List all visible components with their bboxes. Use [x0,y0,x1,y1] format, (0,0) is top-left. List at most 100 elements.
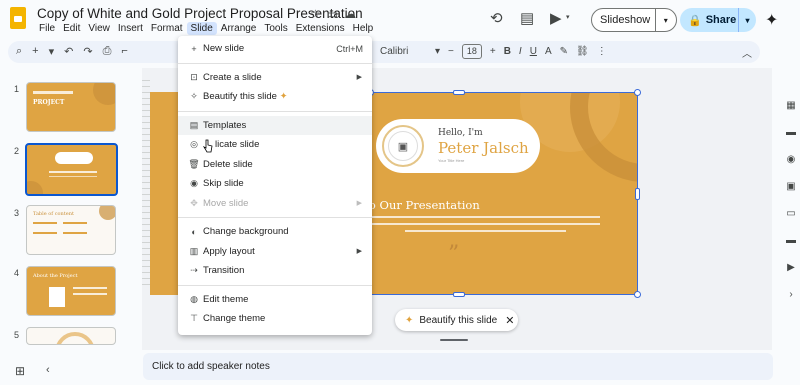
delete-icon: 🗑 [188,158,200,169]
menu-edit[interactable]: Edit [59,22,84,35]
highlight-icon[interactable]: ✎ [560,46,568,57]
toolbar-right: Calibri ▾ − 18 + B I U A ✎ ⛓ ⋮ [380,44,607,59]
decrease-font-icon[interactable]: − [448,46,454,57]
sparkle-icon: ✦ [279,91,288,103]
slideshow-dropdown-icon[interactable]: ▾ [654,8,676,32]
plus-icon: + [191,43,197,54]
templates-icon: ▤ [189,119,199,130]
collapse-filmstrip-icon[interactable]: ‹ [46,364,50,376]
contacts-icon[interactable]: ▣ [786,181,795,192]
slide-thumbnail-1[interactable]: PROJECT [26,82,116,132]
menu-item-new-slide[interactable]: + New slide Ctrl+M [178,39,372,59]
resize-handle[interactable] [634,291,641,298]
share-button[interactable]: 🔒 Share ▾ [680,8,756,32]
collapse-toolbar-icon[interactable]: ︿ [742,45,752,60]
menu-item-change-background[interactable]: ◐ Change background [178,222,372,242]
link-icon[interactable]: ⛓ [576,46,589,57]
menu-file[interactable]: File [35,22,59,35]
menu-item-create-slide[interactable]: ⊡ Create a slide ▶ [178,68,372,88]
menu-item-change-theme[interactable]: ⊤ Change theme [178,309,372,329]
slide-number: 4 [14,268,20,278]
gemini-icon[interactable]: ✦ [765,10,778,30]
star-icon[interactable]: ☆ [310,7,321,21]
menu-item-transition[interactable]: ⇢ Transition [178,261,372,281]
sparkle-icon: ✦ [405,314,414,326]
close-icon[interactable]: ✕ [505,314,514,327]
meet-icon[interactable]: ▶ [550,9,562,27]
menu-item-templates[interactable]: ▤ Templates [178,115,372,135]
grid-view-icon[interactable]: ⊞ [15,364,25,378]
resize-handle[interactable] [453,90,465,95]
keep-icon[interactable]: ▬ [786,127,796,138]
share-dropdown-icon[interactable]: ▾ [738,8,756,32]
menu-item-move-slide[interactable]: ✥ Move slide ▶ [178,194,372,214]
slides-logo-icon[interactable] [10,7,26,29]
menu-item-apply-layout[interactable]: ▥ Apply layout ▶ [178,242,372,262]
edit-theme-icon: ◍ [190,293,198,304]
slide-thumbnail-3[interactable]: Table of content [26,205,116,255]
calendar-icon[interactable]: ▦ [786,100,795,111]
menu-help[interactable]: Help [349,22,378,35]
selection-frame[interactable] [367,89,641,298]
menu-item-delete-slide[interactable]: 🗑 Delete slide [178,155,372,175]
menu-item-beautify-slide[interactable]: ✧ Beautify this slide ✦ [178,87,372,107]
slide-number: 3 [14,208,20,218]
expand-panel-icon[interactable]: › [789,289,792,300]
text-color-icon[interactable]: A [545,46,552,57]
menu-arrange[interactable]: Arrange [217,22,261,35]
italic-icon[interactable]: I [519,46,522,57]
beautify-chip[interactable]: ✦ Beautify this slide ✕ [395,309,518,331]
meet-dropdown-icon[interactable]: ▾ [566,13,570,21]
increase-font-icon[interactable]: + [490,46,496,57]
layout-icon: ▥ [189,245,199,256]
menu-insert[interactable]: Insert [114,22,147,35]
resize-handle[interactable] [635,188,640,200]
font-size-input[interactable]: 18 [461,44,482,59]
paint-format-icon[interactable]: ⌐ [121,45,127,58]
print-icon[interactable]: ⎙ [103,45,112,58]
slideshow-button[interactable]: Slideshow ▾ [591,8,677,32]
menu-view[interactable]: View [84,22,114,35]
new-slide-dropdown-icon[interactable]: ▾ [49,45,55,58]
slide-thumbnail-5[interactable] [26,327,116,345]
cloud-status-icon[interactable]: ☁ [344,7,356,21]
vertical-ruler [142,80,150,290]
more-options-icon[interactable]: ⋮ [597,46,607,57]
slide-thumbnail-2[interactable] [25,143,118,196]
menu-slide[interactable]: Slide [186,22,217,35]
comments-icon[interactable]: ▤ [520,9,534,27]
submenu-arrow-icon: ▶ [356,200,362,208]
background-icon: ◐ [191,226,197,237]
redo-icon[interactable]: ↷ [83,45,92,58]
menu-format[interactable]: Format [147,22,187,35]
resize-handle[interactable] [634,89,641,96]
undo-icon[interactable]: ↶ [64,45,73,58]
slide-menu-dropdown: + New slide Ctrl+M ⊡ Create a slide ▶ ✧ … [178,36,372,335]
search-menus-icon[interactable]: ⌕ [16,45,22,58]
chevron-down-icon: ▾ [434,46,440,57]
addon-icon[interactable]: ▬ [786,235,796,246]
slide-thumbnail-4[interactable]: About the Project [26,266,116,316]
toolbar-left: ⌕ + ▾ ↶ ↷ ⎙ ⌐ [16,45,128,58]
submenu-arrow-icon: ▶ [356,248,362,256]
menu-item-skip-slide[interactable]: ◉ Skip slide [178,174,372,194]
move-folder-icon[interactable]: ▭ [327,7,338,21]
font-select[interactable]: Calibri ▾ [380,46,440,57]
move-icon: ✥ [190,197,198,208]
submenu-arrow-icon: ▶ [356,74,362,82]
menu-item-edit-theme[interactable]: ◍ Edit theme [178,290,372,310]
underline-icon[interactable]: U [530,46,537,57]
mouse-cursor-icon [203,139,213,153]
resize-handle[interactable] [453,292,465,297]
menu-extensions[interactable]: Extensions [292,22,349,35]
bold-icon[interactable]: B [504,46,511,57]
tasks-icon[interactable]: ◉ [787,154,796,165]
lock-icon: 🔒 [688,14,702,27]
speaker-notes-placeholder[interactable]: Click to add speaker notes [152,361,270,372]
add-ons-icon[interactable]: ▶ [787,262,795,273]
new-slide-icon[interactable]: + [32,45,38,58]
version-history-icon[interactable]: ⟲ [490,9,503,27]
menu-tools[interactable]: Tools [260,22,291,35]
panel-drag-handle[interactable] [440,339,468,341]
maps-icon[interactable]: ▭ [786,208,795,219]
